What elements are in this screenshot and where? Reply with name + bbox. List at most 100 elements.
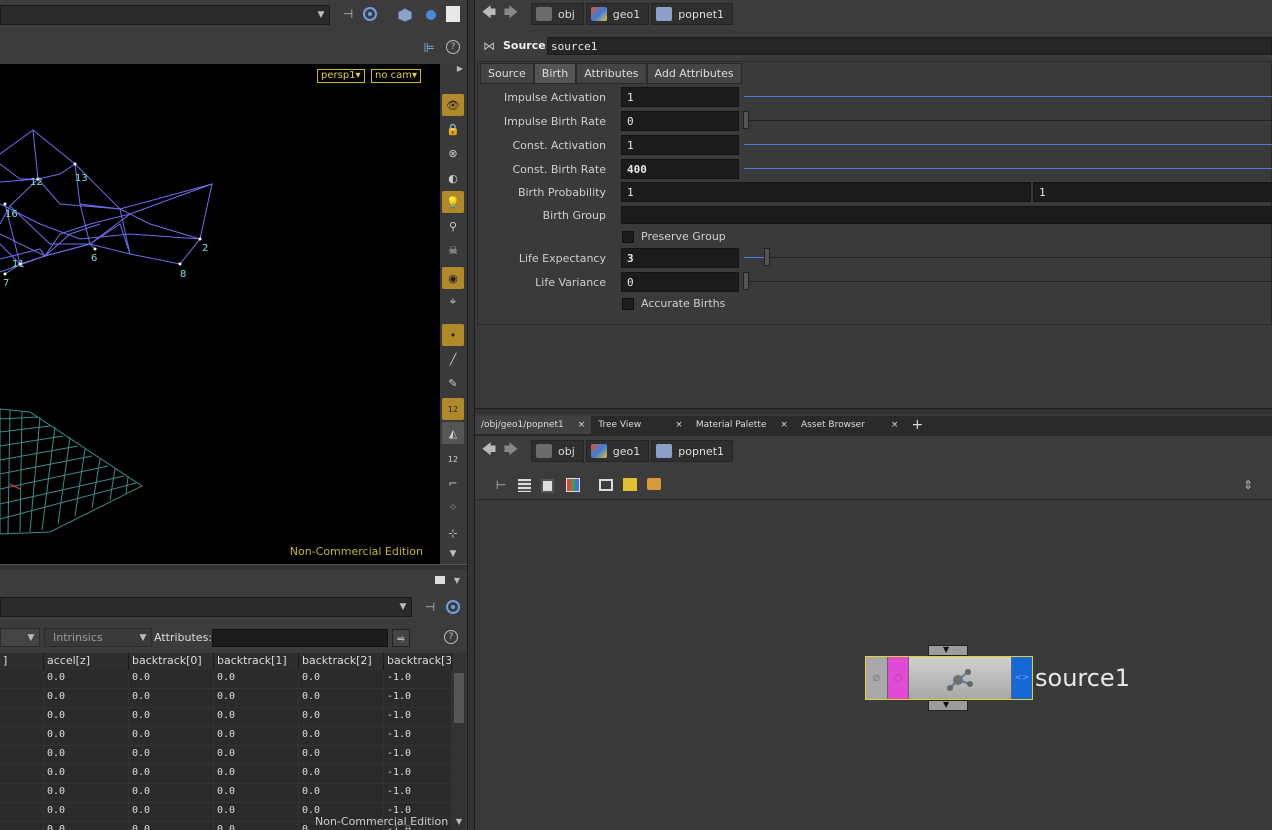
visibility-tool[interactable]: 👁 xyxy=(442,94,464,116)
const-activation-field[interactable] xyxy=(621,135,739,155)
back-arrow-icon[interactable]: 🡄 xyxy=(481,442,497,459)
3d-viewport[interactable]: persp1▾ no cam▾ 12 13 16 2 6 11 7 8 Non-… xyxy=(0,64,440,564)
column-header[interactable]: backtrack[2] xyxy=(299,653,384,670)
params-bottom-divider[interactable] xyxy=(475,408,1272,414)
impulse-activation-slider[interactable] xyxy=(744,96,1272,98)
node-path-dropdown[interactable]: ▼ xyxy=(0,597,412,617)
vertical-divider[interactable] xyxy=(467,0,475,830)
table-row[interactable]: 0.0 0.0 0.0 0.0 -1.0 xyxy=(0,708,452,727)
pin-icon[interactable]: ⊣ xyxy=(422,599,438,615)
add-tab-button[interactable]: + xyxy=(905,416,929,434)
cube-icon[interactable] xyxy=(396,6,414,24)
life-expectancy-handle[interactable] xyxy=(764,248,770,266)
scroll-down-icon[interactable]: ▼ xyxy=(454,815,464,827)
close-icon[interactable]: × xyxy=(891,420,899,430)
close-icon[interactable]: × xyxy=(780,420,788,430)
snap-icon[interactable]: ⊗ xyxy=(442,142,464,164)
close-icon[interactable]: × xyxy=(675,420,683,430)
lock-flag[interactable]: ○ xyxy=(888,657,909,699)
attributes-filter-input[interactable] xyxy=(212,629,388,647)
tab-add-attributes[interactable]: Add Attributes xyxy=(646,63,742,84)
network-editor-canvas[interactable]: ▼ ⊘ ○ <> ▼ source1 xyxy=(475,501,1272,830)
tab-asset-browser[interactable]: Asset Browser × xyxy=(794,416,905,434)
tree-icon[interactable]: ⊢ xyxy=(493,477,509,493)
tab-source[interactable]: Source xyxy=(480,63,534,84)
normals-icon[interactable]: ◭ xyxy=(442,422,464,444)
table-row[interactable]: 0.0 0.0 0.0 0.0 -1.0 xyxy=(0,746,452,765)
list-icon[interactable] xyxy=(518,479,531,492)
life-variance-field[interactable] xyxy=(621,272,739,292)
node-body[interactable]: ⊘ ○ <> xyxy=(865,656,1033,700)
birth-probability-field-2[interactable] xyxy=(1033,182,1272,202)
thumbnail-icon[interactable] xyxy=(541,479,554,493)
breadcrumb-geo1[interactable]: geo1 xyxy=(585,440,650,462)
sphere-icon[interactable] xyxy=(424,8,438,22)
table-row[interactable]: 0.0 0.0 0.0 0.0 -1.0 xyxy=(0,670,452,689)
point-display-icon[interactable]: • xyxy=(442,324,464,346)
birth-probability-field[interactable] xyxy=(621,182,1031,202)
lock-icon[interactable]: 🔒 xyxy=(442,118,464,140)
table-row[interactable]: 0.0 0.0 0.0 0.0 -1.0 xyxy=(0,765,452,784)
node-name-label[interactable]: source1 xyxy=(1035,664,1130,692)
bypass-flag[interactable]: ⊘ xyxy=(866,657,888,699)
grid-icon[interactable] xyxy=(566,478,580,492)
box-icon[interactable] xyxy=(446,6,460,22)
tab-network-path[interactable]: /obj/geo1/popnet1 × xyxy=(475,416,592,434)
camera-tool-icon[interactable]: ⌖ xyxy=(442,291,464,313)
link-icon[interactable] xyxy=(445,599,461,615)
filter-icon[interactable]: ⥤ xyxy=(392,629,410,647)
tab-tree-view[interactable]: Tree View × xyxy=(592,416,689,434)
prim-numbers-icon[interactable]: 12 xyxy=(442,448,464,470)
tab-material-palette[interactable]: Material Palette × xyxy=(689,416,794,434)
forward-arrow-icon[interactable]: 🡆 xyxy=(503,5,519,22)
square-icon[interactable] xyxy=(435,576,445,584)
display-flag[interactable]: <> xyxy=(1011,657,1032,699)
impulse-birth-rate-handle[interactable] xyxy=(743,111,749,129)
birth-group-field[interactable] xyxy=(621,206,1272,224)
forward-arrow-icon[interactable]: 🡆 xyxy=(503,442,519,459)
column-header[interactable]: backtrack[0] xyxy=(129,653,214,670)
skull-icon[interactable]: ☠ xyxy=(442,239,464,261)
pen-icon[interactable]: ✎ xyxy=(442,372,464,394)
view-dropdown[interactable]: ▼ xyxy=(0,5,330,25)
column-header[interactable]: accel[z] xyxy=(44,653,129,670)
scroll-down-icon[interactable]: ▼ xyxy=(447,548,459,560)
node-name-input[interactable] xyxy=(547,37,1272,55)
node-output-connector[interactable]: ▼ xyxy=(928,700,968,711)
bulb-icon[interactable]: ⚲ xyxy=(442,215,464,237)
scatter-icon[interactable]: ⁘ xyxy=(442,496,464,518)
impulse-birth-rate-slider[interactable] xyxy=(744,120,1272,121)
intrinsics-dropdown[interactable]: Intrinsics ▼ xyxy=(44,628,152,647)
const-birth-rate-slider[interactable] xyxy=(744,168,1272,170)
breadcrumb-popnet1[interactable]: popnet1 xyxy=(651,3,734,25)
pin-icon[interactable]: ⊣ xyxy=(340,6,356,22)
light-icon[interactable]: ◐ xyxy=(442,167,464,189)
source1-node[interactable]: ▼ ⊘ ○ <> ▼ xyxy=(865,645,1033,711)
impulse-activation-field[interactable] xyxy=(621,87,739,107)
layout-arrows-icon[interactable]: ⇕ xyxy=(1241,476,1255,494)
network-box-icon[interactable] xyxy=(599,479,613,491)
life-expectancy-field[interactable] xyxy=(621,248,739,268)
handle-icon[interactable]: ⊹ xyxy=(442,522,464,544)
table-row[interactable]: 0.0 0.0 0.0 0.0 -1.0 xyxy=(0,689,452,708)
node-input-connector[interactable]: ▼ xyxy=(928,645,968,656)
column-header[interactable]: backtrack[1] xyxy=(214,653,299,670)
impulse-birth-rate-field[interactable] xyxy=(621,111,739,131)
life-variance-slider[interactable] xyxy=(744,281,1272,282)
render-icon[interactable]: ◉ xyxy=(442,267,464,289)
back-arrow-icon[interactable]: 🡄 xyxy=(481,5,497,22)
spreadsheet-scrollbar[interactable]: ▼ xyxy=(452,653,466,830)
scrollbar-thumb[interactable] xyxy=(454,673,464,723)
tab-attributes[interactable]: Attributes xyxy=(576,63,647,84)
table-row[interactable]: 0.0 0.0 0.0 0.0 -1.0 xyxy=(0,784,452,803)
close-icon[interactable]: × xyxy=(578,420,586,430)
const-birth-rate-field[interactable] xyxy=(621,159,739,179)
sticky-note-icon[interactable] xyxy=(623,478,637,491)
preserve-group-checkbox[interactable] xyxy=(622,231,634,243)
breadcrumb-geo1[interactable]: geo1 xyxy=(585,3,650,25)
life-variance-handle[interactable] xyxy=(743,272,749,290)
class-dropdown[interactable]: ▼ xyxy=(0,628,40,647)
corner-icon[interactable]: ⌐ xyxy=(442,472,464,494)
column-header[interactable]: ] xyxy=(0,653,44,670)
life-expectancy-slider[interactable] xyxy=(744,257,1272,258)
